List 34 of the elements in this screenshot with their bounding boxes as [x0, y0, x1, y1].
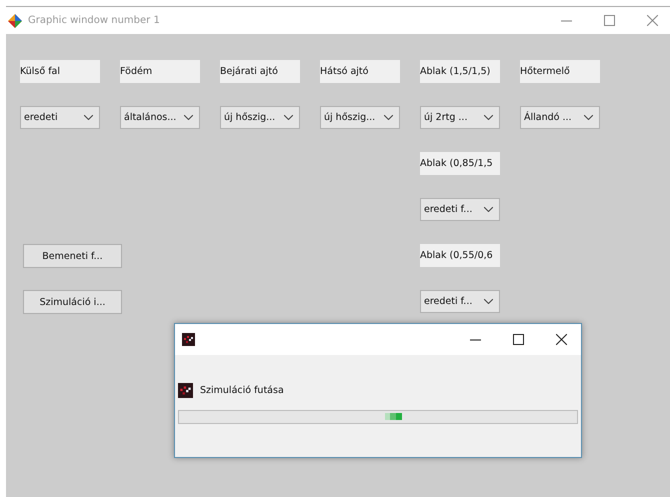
chevron-icon — [484, 115, 493, 120]
app-icon — [182, 333, 195, 346]
dropdown[interactable]: új 2rtg ... — [420, 106, 500, 129]
field-label: Hőtermelő — [520, 60, 600, 83]
app-icon — [178, 383, 193, 398]
dropdown[interactable]: új hőszig... — [220, 106, 300, 129]
chevron-icon — [484, 207, 493, 212]
field-label: Födém — [120, 60, 200, 83]
close-icon[interactable] — [556, 334, 567, 345]
field-label: Hátsó ajtó — [320, 60, 400, 83]
chevron-icon — [284, 115, 293, 120]
diamond-icon — [8, 14, 22, 28]
field-label: Bejárati ajtó — [220, 60, 300, 83]
field-label: Ablak (0,55/0,6 — [420, 244, 500, 267]
chevron-icon — [484, 299, 493, 304]
dropdown[interactable]: új hőszig... — [320, 106, 400, 129]
dropdown[interactable]: eredeti f... — [420, 198, 500, 221]
dropdown[interactable]: eredeti f... — [420, 290, 500, 313]
dropdown[interactable]: Állandó ... — [520, 106, 600, 129]
dropdown[interactable]: általános... — [120, 106, 200, 129]
chevron-icon — [384, 115, 393, 120]
field-label: Külső fal — [20, 60, 100, 83]
field-label: Ablak (0,85/1,5 — [420, 152, 500, 175]
action-button[interactable]: Szimuláció i... — [23, 290, 122, 314]
chevron-icon — [84, 115, 93, 120]
chevron-icon — [584, 115, 593, 120]
field-label: Ablak (1,5/1,5) — [420, 60, 500, 83]
maximize-icon[interactable] — [513, 334, 524, 345]
window-title: Graphic window number 1 — [28, 15, 160, 26]
progress-marquee — [385, 413, 402, 420]
dropdown[interactable]: eredeti — [20, 106, 100, 129]
status-message: Szimuláció futása — [200, 385, 284, 396]
action-button[interactable]: Bemeneti f... — [23, 244, 122, 268]
chevron-icon — [184, 115, 193, 120]
